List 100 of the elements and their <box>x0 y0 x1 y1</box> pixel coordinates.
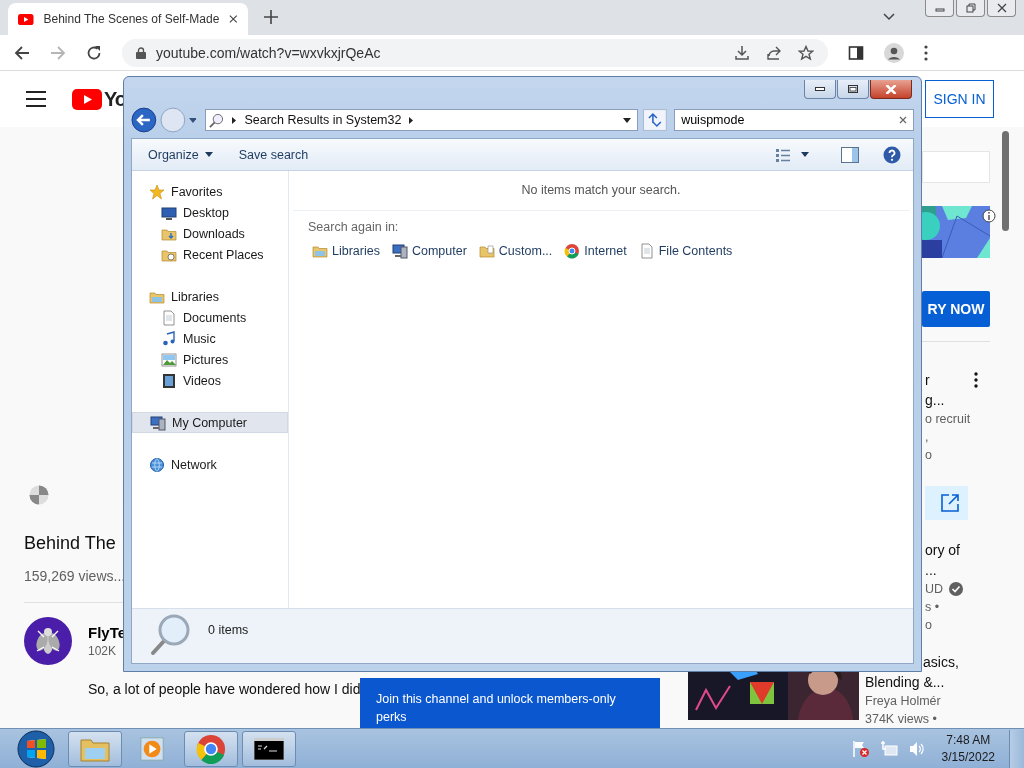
toolbar-button[interactable]: Save search <box>230 143 317 166</box>
ad-action-button[interactable]: RY NOW <box>922 291 990 327</box>
nav-item[interactable]: Downloads <box>132 223 288 244</box>
loading-icon <box>29 485 49 505</box>
video-meta: o <box>925 617 932 634</box>
document-icon <box>161 309 177 326</box>
document-icon <box>638 243 655 259</box>
visit-site-button[interactable] <box>925 486 968 520</box>
computer-icon <box>391 243 408 259</box>
nav-item[interactable]: My Computer <box>132 412 288 433</box>
star-icon[interactable] <box>798 44 814 61</box>
address-bar[interactable]: youtube.com/watch?v=wxvkxjrQeAc <box>122 38 828 67</box>
menu-icon[interactable] <box>26 91 46 107</box>
clock[interactable]: 7:48 AM 3/15/2022 <box>941 733 995 764</box>
members-tooltip: Join this channel and unlock members-only perks <box>360 678 660 728</box>
action-center-flag-icon[interactable] <box>851 739 870 758</box>
more-icon[interactable] <box>974 372 978 388</box>
chrome-icon <box>564 243 581 259</box>
video-title[interactable]: asics, <box>923 652 959 672</box>
maximize-button[interactable] <box>837 80 869 99</box>
media-player-icon <box>139 735 167 762</box>
video-meta: , <box>925 429 929 446</box>
download-icon[interactable] <box>734 44 750 61</box>
close-icon <box>996 3 1007 13</box>
preview-pane-icon[interactable] <box>841 146 859 163</box>
clear-icon[interactable] <box>899 116 907 124</box>
help-icon[interactable] <box>883 145 901 164</box>
lock-icon <box>136 46 146 59</box>
dropdown-icon[interactable] <box>801 152 809 157</box>
star-icon <box>149 183 165 200</box>
caret-icon <box>204 152 213 157</box>
video-title[interactable]: ... <box>925 560 964 580</box>
video-title[interactable]: Blending &... <box>865 672 959 692</box>
chevron-down-icon[interactable] <box>883 13 895 21</box>
computer-icon <box>150 414 166 431</box>
browser-tab[interactable]: Behind The Scenes of Self-Made <box>8 3 248 35</box>
video-description: So, a lot of people have wondered how I did <box>87 681 362 697</box>
nav-item[interactable]: Network <box>132 454 288 475</box>
search-icon <box>209 112 225 128</box>
caret-icon[interactable] <box>623 117 632 123</box>
share-icon[interactable] <box>766 44 782 61</box>
search-location-button[interactable]: Computer <box>387 241 471 261</box>
external-link-icon <box>940 493 960 513</box>
history-dropdown-icon[interactable] <box>188 117 197 123</box>
magnifier-icon <box>150 613 192 657</box>
film-icon <box>161 372 177 389</box>
globe-icon <box>149 456 165 473</box>
video-title[interactable]: g... <box>925 390 971 410</box>
video-title: Behind The <box>24 533 117 554</box>
minimize-button[interactable] <box>804 80 836 99</box>
refresh-icon[interactable] <box>643 109 668 131</box>
restore-button[interactable] <box>956 0 985 17</box>
fly-avatar-icon[interactable] <box>24 617 72 665</box>
ad-field <box>922 151 990 183</box>
restore-icon <box>965 3 976 13</box>
side-panel-icon[interactable] <box>848 44 864 61</box>
subscriber-count: 102K <box>88 644 118 658</box>
sign-in-button[interactable]: SIGN IN <box>925 80 994 118</box>
view-list-icon[interactable] <box>775 146 791 163</box>
close-button[interactable] <box>870 80 912 99</box>
nav-item[interactable]: Libraries <box>132 286 288 307</box>
video-title[interactable]: r <box>925 370 971 390</box>
info-icon[interactable] <box>982 209 996 223</box>
tab-title: Behind The Scenes of Self-Made <box>43 12 220 26</box>
nav-item[interactable]: Pictures <box>132 349 288 370</box>
video-title[interactable]: ory of <box>925 540 964 560</box>
minimize-icon <box>815 87 825 91</box>
nav-item[interactable]: Desktop <box>132 202 288 223</box>
video-meta: UD <box>925 581 944 598</box>
start-button[interactable] <box>16 728 56 768</box>
search-location-button[interactable]: Libraries <box>308 241 384 261</box>
close-button[interactable] <box>987 0 1016 17</box>
back-button[interactable] <box>131 107 157 133</box>
youtube-logo-icon <box>72 88 102 110</box>
console-icon <box>254 737 284 760</box>
scrollbar-thumb[interactable] <box>1002 131 1009 231</box>
nav-item[interactable]: Recent Places <box>132 244 288 265</box>
empty-message: No items match your search. <box>293 171 909 211</box>
search-location-button[interactable]: File Contents <box>634 241 737 261</box>
search-location-button[interactable]: Internet <box>560 241 631 261</box>
folder-icon <box>478 243 495 259</box>
close-icon[interactable] <box>229 14 238 24</box>
back-icon[interactable] <box>14 44 30 61</box>
nav-item[interactable]: Music <box>132 328 288 349</box>
reload-icon[interactable] <box>86 44 102 61</box>
chevron-icon[interactable] <box>232 116 237 124</box>
address-bar[interactable]: Search Results in System32 <box>205 109 639 131</box>
nav-item[interactable]: Videos <box>132 370 288 391</box>
menu-icon[interactable] <box>924 44 928 61</box>
profile-icon[interactable] <box>884 42 904 63</box>
item-count: 0 items <box>208 623 249 637</box>
search-field[interactable]: wuispmode <box>674 109 914 131</box>
plus-icon[interactable] <box>264 10 278 24</box>
toolbar-button[interactable]: Organize <box>140 143 221 166</box>
nav-item[interactable]: Documents <box>132 307 288 328</box>
taskbar-button[interactable] <box>242 730 296 767</box>
chevron-icon[interactable] <box>409 116 414 124</box>
search-location-button[interactable]: Custom... <box>474 241 557 261</box>
video-meta: o <box>925 447 932 464</box>
nav-item[interactable]: Favorites <box>132 181 288 202</box>
